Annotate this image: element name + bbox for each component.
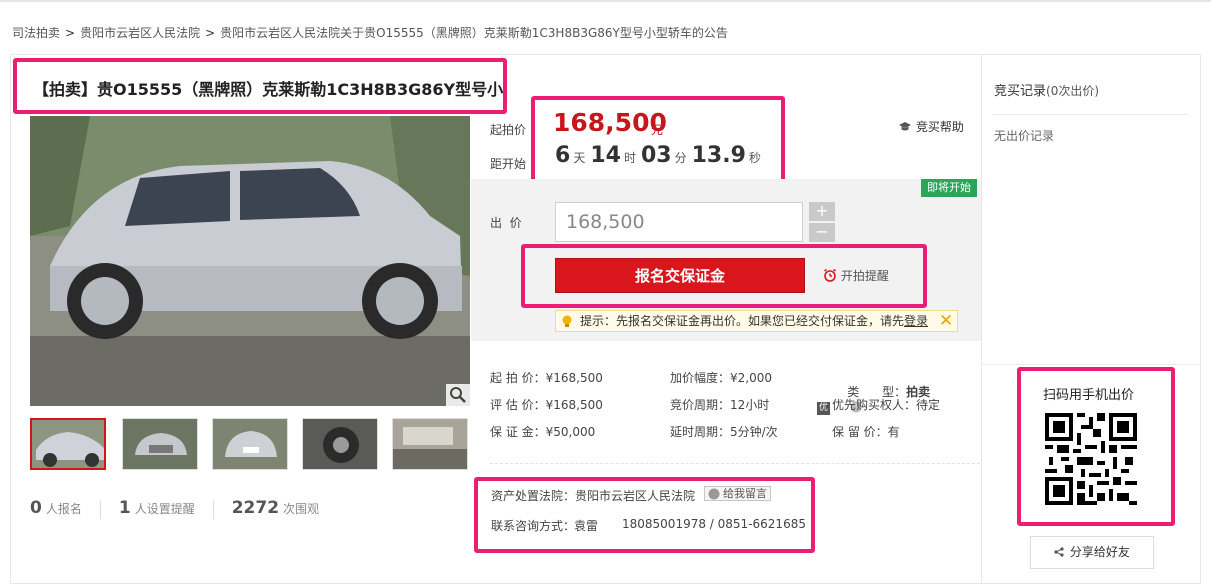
priority-badge: 优 [817,402,830,415]
stat-value: 0 [30,498,42,518]
side-divider [982,364,1200,365]
detail-priority: 优优先购买权人：待定 [817,396,940,415]
detail-bid-cycle: 竞价周期：12小时 [670,398,770,412]
leave-message-button[interactable]: 给我留言 [704,486,771,501]
thumbnail[interactable] [30,418,106,470]
countdown-hours-unit: 时 [623,151,636,165]
tip-text: 提示：先报名交保证金再出价。如果您已经交付保证金，请先 [580,314,905,328]
zoom-button[interactable] [446,384,470,406]
qr-title: 扫码用手机出价 [1043,388,1135,403]
contact-phones: 18085001978 / 0851-6621685 [622,517,806,531]
stat-divider [99,500,101,519]
start-price: 168,500 [553,108,667,137]
remind-label: 开拍提醒 [840,269,889,283]
page-title: 【拍卖】贵O15555（黑牌照）克莱斯勒1C3H8B3G86Y型号小 [33,80,504,99]
graduation-cap-icon [899,122,911,131]
countdown: 6 天 14 时 03 分 13.9 秒 [555,143,766,168]
countdown-days-unit: 天 [573,151,586,165]
breadcrumb-item[interactable]: 贵阳市云岩区人民法院 [80,26,200,40]
breadcrumb: 司法拍卖 > 贵阳市云岩区人民法院 > 贵阳市云岩区人民法院关于贵O15555（黑牌照）… [12,26,728,40]
stat-value: 1 [118,498,131,518]
auction-page: 司法拍卖 > 贵阳市云岩区人民法院 > 贵阳市云岩区人民法院关于贵O15555（黑牌照）… [0,0,1211,587]
status-badge: 即将开始 [921,179,977,197]
auction-stats: 0 人报名 1 人设置提醒 2272 次围观 [30,498,319,519]
records-title: 竞买记录 [994,84,1047,99]
court-name: 贵阳市云岩区人民法院 [575,489,696,503]
bid-label: 出 价 [490,216,522,230]
main-photo[interactable] [30,116,470,406]
court-info: 资产处置法院：贵阳市云岩区人民法院 [491,487,695,504]
price-label: 起拍价 [490,123,527,137]
login-link[interactable]: 登录 [904,314,928,328]
countdown-days: 6 [555,143,571,168]
qr-code [1045,413,1137,505]
deposit-button[interactable]: 报名交保证金 [555,258,805,293]
remind-button[interactable]: 开拍提醒 [823,267,889,284]
thumbnail[interactable] [392,418,468,470]
stat-label: 次围观 [283,502,320,516]
magnifier-icon [450,387,466,403]
detail-increment: 加价幅度：¥2,000 [670,371,772,385]
contact-label: 联系咨询方式： [491,519,576,533]
lightbulb-icon [562,315,572,327]
share-label: 分享给好友 [1069,545,1130,559]
stat-label: 人设置提醒 [134,502,195,516]
breadcrumb-item[interactable]: 司法拍卖 [12,26,60,40]
thumbnail[interactable] [302,418,378,470]
contact-name: 袁雷 [574,519,599,533]
countdown-seconds: 13.9 [691,143,746,168]
detail-deposit: 保 证 金：¥50,000 [490,425,596,439]
records-count: (0次出价) [1046,84,1100,98]
countdown-minutes: 03 [640,143,672,168]
help-link[interactable]: 竞买帮助 [898,118,964,135]
share-button[interactable]: 分享给好友 [1030,536,1154,569]
alarm-clock-icon [824,268,836,282]
decrease-button[interactable]: − [809,223,835,242]
court-label: 资产处置法院： [491,489,576,503]
countdown-minutes-unit: 分 [674,151,687,165]
share-icon [1054,547,1064,557]
detail-extension: 延时周期：5分钟/次 [670,425,778,439]
detail-appraised-price: 评 估 价：¥168,500 [490,398,603,412]
bid-records-title: 竞买记录(0次出价) [994,80,1099,99]
dashed-divider [490,463,980,464]
increase-button[interactable]: + [809,202,835,221]
detail-start-price: 起 拍 价：¥168,500 [490,371,603,385]
stat-value: 2272 [231,498,280,518]
deposit-tip: 提示：先报名交保证金再出价。如果您已经交付保证金，请先登录 [555,310,958,332]
stat-label: 人报名 [45,502,82,516]
countdown-hours: 14 [590,143,621,168]
message-icon [708,488,720,500]
stat-divider [212,500,214,519]
thumbnail[interactable] [122,418,198,470]
records-empty: 无出价记录 [994,129,1055,143]
message-label: 给我留言 [723,487,767,500]
breadcrumb-item[interactable]: 贵阳市云岩区人民法院关于贵O15555（黑牌照）克莱斯勒1C3H8B3G86Y型… [220,26,728,40]
countdown-label: 距开始 [490,157,527,171]
top-border [0,0,1211,2]
thumbnail[interactable] [212,418,288,470]
priority-text: 优先购买权人：待定 [832,398,941,412]
bid-amount-input[interactable]: 168,500 [555,202,803,242]
countdown-seconds-unit: 秒 [748,151,761,165]
help-label: 竞买帮助 [915,120,964,134]
close-icon[interactable]: ✕ [935,310,957,332]
detail-reserve: 保 留 价：有 [832,425,900,439]
records-divider [992,114,1188,115]
price-unit: 元 [651,123,664,137]
